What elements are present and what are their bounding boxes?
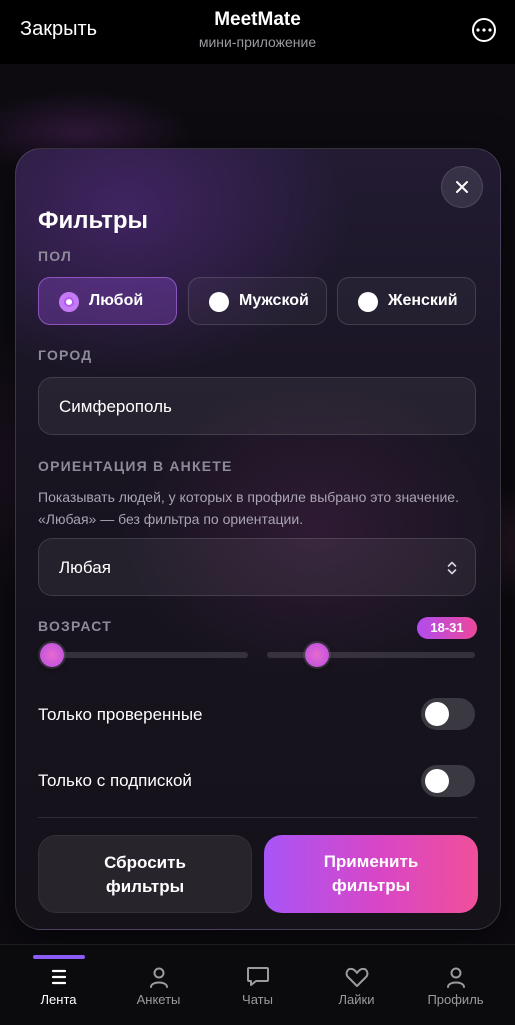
bottom-navigation: Лента Анкеты Чаты Лайки Профиль [0, 944, 515, 1025]
chat-icon [247, 967, 269, 986]
toggle-knob [425, 769, 449, 793]
gender-option-male[interactable]: Мужской [188, 277, 327, 325]
city-value: Симферополь [59, 397, 172, 416]
gender-option-female[interactable]: Женский [337, 277, 476, 325]
gender-option-label: Любой [89, 292, 144, 309]
city-input[interactable]: Симферополь [38, 377, 476, 435]
top-bar: Закрыть MeetMate мини-приложение [0, 0, 515, 64]
reset-filters-button[interactable]: Сбросить фильтры [38, 835, 252, 913]
gender-option-any[interactable]: Любой [38, 277, 177, 325]
gender-option-label: Мужской [239, 292, 309, 309]
app-title: MeetMate [214, 9, 301, 30]
age-label: ВОЗРАСТ [38, 618, 113, 634]
nav-label: Чаты [242, 992, 273, 1007]
nav-item-likes[interactable]: Лайки [305, 945, 408, 1025]
subscription-only-toggle[interactable] [421, 765, 475, 797]
age-max-thumb[interactable] [305, 643, 329, 667]
orientation-help-text: Показывать людей, у которых в профиле вы… [38, 489, 459, 527]
divider [38, 817, 478, 818]
modal-title: Фильтры [38, 207, 149, 234]
age-max-track[interactable] [267, 652, 475, 658]
menu-icon [51, 969, 67, 985]
more-horizontal-icon [476, 28, 492, 32]
verified-only-label: Только проверенные [38, 705, 203, 724]
radio-icon [358, 292, 378, 312]
gender-label: ПОЛ [38, 248, 73, 264]
filters-modal: Фильтры ПОЛ Любой Мужской Женский ГОРОД … [15, 148, 501, 930]
nav-label: Лента [40, 992, 77, 1007]
age-range-badge: 18-31 [417, 617, 477, 639]
age-min-track[interactable] [40, 652, 248, 658]
orientation-label: ОРИЕНТАЦИЯ В АНКЕТЕ [38, 458, 233, 474]
modal-close-button[interactable] [441, 166, 483, 208]
radio-icon [209, 292, 229, 312]
verified-only-toggle[interactable] [421, 698, 475, 730]
apply-filters-label: Применить фильтры [323, 852, 419, 895]
gender-option-label: Женский [388, 292, 458, 309]
more-options-button[interactable] [472, 18, 496, 42]
orientation-select[interactable]: Любая [38, 538, 476, 596]
profile-icon [447, 967, 465, 988]
app-subtitle: мини-приложение [198, 34, 317, 50]
reset-filters-label: Сбросить фильтры [104, 853, 186, 896]
age-min-thumb[interactable] [40, 643, 64, 667]
apply-filters-button[interactable]: Применить фильтры [264, 835, 478, 913]
orientation-value: Любая [59, 558, 111, 577]
radio-selected-icon [59, 292, 79, 312]
nav-label: Лайки [338, 992, 375, 1007]
select-chevrons-icon [447, 561, 457, 575]
nav-item-chats[interactable]: Чаты [206, 945, 309, 1025]
nav-label: Профиль [427, 992, 484, 1007]
user-icon [150, 967, 168, 988]
nav-item-feed[interactable]: Лента [7, 945, 110, 1025]
heart-icon [345, 967, 369, 987]
close-icon [456, 181, 468, 193]
nav-item-profiles[interactable]: Анкеты [107, 945, 210, 1025]
active-tab-indicator [33, 955, 85, 959]
city-label: ГОРОД [38, 347, 93, 363]
toggle-knob [425, 702, 449, 726]
subscription-only-label: Только с подпиской [38, 771, 192, 790]
nav-label: Анкеты [136, 992, 181, 1007]
nav-item-profile[interactable]: Профиль [404, 945, 507, 1025]
